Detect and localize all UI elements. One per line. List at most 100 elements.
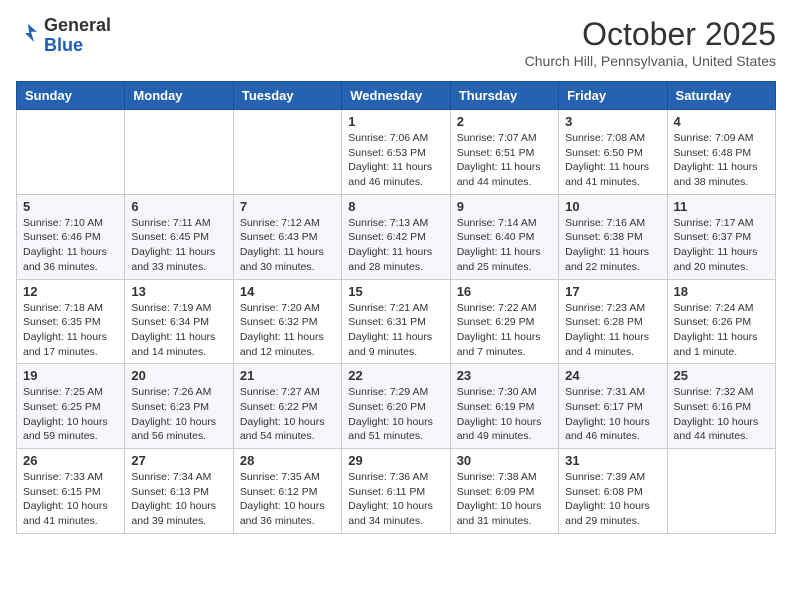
logo-text: General Blue	[44, 16, 111, 56]
day-number: 29	[348, 453, 443, 468]
day-info: Sunrise: 7:22 AM Sunset: 6:29 PM Dayligh…	[457, 301, 552, 360]
day-info: Sunrise: 7:35 AM Sunset: 6:12 PM Dayligh…	[240, 470, 335, 529]
title-block: October 2025 Church Hill, Pennsylvania, …	[525, 16, 776, 69]
day-info: Sunrise: 7:09 AM Sunset: 6:48 PM Dayligh…	[674, 131, 769, 190]
day-info: Sunrise: 7:13 AM Sunset: 6:42 PM Dayligh…	[348, 216, 443, 275]
calendar-cell: 3 Sunrise: 7:08 AM Sunset: 6:50 PM Dayli…	[559, 110, 667, 195]
day-info: Sunrise: 7:21 AM Sunset: 6:31 PM Dayligh…	[348, 301, 443, 360]
day-info: Sunrise: 7:26 AM Sunset: 6:23 PM Dayligh…	[131, 385, 226, 444]
calendar-cell: 15 Sunrise: 7:21 AM Sunset: 6:31 PM Dayl…	[342, 279, 450, 364]
calendar-cell	[667, 449, 775, 534]
calendar-table: SundayMondayTuesdayWednesdayThursdayFrid…	[16, 81, 776, 534]
day-number: 25	[674, 368, 769, 383]
calendar-cell	[17, 110, 125, 195]
day-info: Sunrise: 7:31 AM Sunset: 6:17 PM Dayligh…	[565, 385, 660, 444]
day-info: Sunrise: 7:24 AM Sunset: 6:26 PM Dayligh…	[674, 301, 769, 360]
weekday-header-row: SundayMondayTuesdayWednesdayThursdayFrid…	[17, 82, 776, 110]
calendar-cell: 13 Sunrise: 7:19 AM Sunset: 6:34 PM Dayl…	[125, 279, 233, 364]
day-number: 7	[240, 199, 335, 214]
calendar-cell: 26 Sunrise: 7:33 AM Sunset: 6:15 PM Dayl…	[17, 449, 125, 534]
day-info: Sunrise: 7:19 AM Sunset: 6:34 PM Dayligh…	[131, 301, 226, 360]
day-info: Sunrise: 7:14 AM Sunset: 6:40 PM Dayligh…	[457, 216, 552, 275]
day-number: 27	[131, 453, 226, 468]
calendar-cell: 9 Sunrise: 7:14 AM Sunset: 6:40 PM Dayli…	[450, 194, 558, 279]
day-number: 22	[348, 368, 443, 383]
weekday-header-monday: Monday	[125, 82, 233, 110]
calendar-cell: 31 Sunrise: 7:39 AM Sunset: 6:08 PM Dayl…	[559, 449, 667, 534]
logo-blue: Blue	[44, 35, 83, 55]
calendar-cell: 6 Sunrise: 7:11 AM Sunset: 6:45 PM Dayli…	[125, 194, 233, 279]
day-number: 10	[565, 199, 660, 214]
calendar-cell: 19 Sunrise: 7:25 AM Sunset: 6:25 PM Dayl…	[17, 364, 125, 449]
calendar-cell: 23 Sunrise: 7:30 AM Sunset: 6:19 PM Dayl…	[450, 364, 558, 449]
day-number: 11	[674, 199, 769, 214]
day-number: 2	[457, 114, 552, 129]
day-number: 19	[23, 368, 118, 383]
day-info: Sunrise: 7:11 AM Sunset: 6:45 PM Dayligh…	[131, 216, 226, 275]
weekday-header-sunday: Sunday	[17, 82, 125, 110]
month-title: October 2025	[525, 16, 776, 53]
day-number: 12	[23, 284, 118, 299]
day-number: 24	[565, 368, 660, 383]
calendar-cell: 10 Sunrise: 7:16 AM Sunset: 6:38 PM Dayl…	[559, 194, 667, 279]
day-number: 30	[457, 453, 552, 468]
day-info: Sunrise: 7:20 AM Sunset: 6:32 PM Dayligh…	[240, 301, 335, 360]
logo-general: General	[44, 15, 111, 35]
day-info: Sunrise: 7:23 AM Sunset: 6:28 PM Dayligh…	[565, 301, 660, 360]
day-info: Sunrise: 7:06 AM Sunset: 6:53 PM Dayligh…	[348, 131, 443, 190]
location: Church Hill, Pennsylvania, United States	[525, 53, 776, 69]
day-info: Sunrise: 7:17 AM Sunset: 6:37 PM Dayligh…	[674, 216, 769, 275]
day-number: 6	[131, 199, 226, 214]
day-info: Sunrise: 7:30 AM Sunset: 6:19 PM Dayligh…	[457, 385, 552, 444]
calendar-cell: 25 Sunrise: 7:32 AM Sunset: 6:16 PM Dayl…	[667, 364, 775, 449]
calendar-cell: 20 Sunrise: 7:26 AM Sunset: 6:23 PM Dayl…	[125, 364, 233, 449]
calendar-cell	[233, 110, 341, 195]
day-number: 31	[565, 453, 660, 468]
weekday-header-wednesday: Wednesday	[342, 82, 450, 110]
day-number: 15	[348, 284, 443, 299]
day-number: 20	[131, 368, 226, 383]
calendar-cell: 14 Sunrise: 7:20 AM Sunset: 6:32 PM Dayl…	[233, 279, 341, 364]
logo: General Blue	[16, 16, 111, 56]
day-number: 17	[565, 284, 660, 299]
weekday-header-friday: Friday	[559, 82, 667, 110]
calendar-cell: 21 Sunrise: 7:27 AM Sunset: 6:22 PM Dayl…	[233, 364, 341, 449]
calendar-cell: 27 Sunrise: 7:34 AM Sunset: 6:13 PM Dayl…	[125, 449, 233, 534]
calendar-cell: 12 Sunrise: 7:18 AM Sunset: 6:35 PM Dayl…	[17, 279, 125, 364]
day-number: 14	[240, 284, 335, 299]
day-number: 13	[131, 284, 226, 299]
weekday-header-thursday: Thursday	[450, 82, 558, 110]
calendar-week-row: 5 Sunrise: 7:10 AM Sunset: 6:46 PM Dayli…	[17, 194, 776, 279]
weekday-header-saturday: Saturday	[667, 82, 775, 110]
day-number: 9	[457, 199, 552, 214]
calendar-cell	[125, 110, 233, 195]
calendar-cell: 16 Sunrise: 7:22 AM Sunset: 6:29 PM Dayl…	[450, 279, 558, 364]
day-number: 3	[565, 114, 660, 129]
page-header: General Blue October 2025 Church Hill, P…	[16, 16, 776, 69]
day-info: Sunrise: 7:27 AM Sunset: 6:22 PM Dayligh…	[240, 385, 335, 444]
calendar-week-row: 26 Sunrise: 7:33 AM Sunset: 6:15 PM Dayl…	[17, 449, 776, 534]
day-info: Sunrise: 7:12 AM Sunset: 6:43 PM Dayligh…	[240, 216, 335, 275]
calendar-week-row: 12 Sunrise: 7:18 AM Sunset: 6:35 PM Dayl…	[17, 279, 776, 364]
calendar-cell: 17 Sunrise: 7:23 AM Sunset: 6:28 PM Dayl…	[559, 279, 667, 364]
day-info: Sunrise: 7:29 AM Sunset: 6:20 PM Dayligh…	[348, 385, 443, 444]
day-number: 26	[23, 453, 118, 468]
day-number: 16	[457, 284, 552, 299]
day-info: Sunrise: 7:38 AM Sunset: 6:09 PM Dayligh…	[457, 470, 552, 529]
calendar-cell: 5 Sunrise: 7:10 AM Sunset: 6:46 PM Dayli…	[17, 194, 125, 279]
day-number: 21	[240, 368, 335, 383]
calendar-cell: 28 Sunrise: 7:35 AM Sunset: 6:12 PM Dayl…	[233, 449, 341, 534]
weekday-header-tuesday: Tuesday	[233, 82, 341, 110]
calendar-cell: 4 Sunrise: 7:09 AM Sunset: 6:48 PM Dayli…	[667, 110, 775, 195]
day-number: 18	[674, 284, 769, 299]
day-number: 8	[348, 199, 443, 214]
day-info: Sunrise: 7:36 AM Sunset: 6:11 PM Dayligh…	[348, 470, 443, 529]
calendar-cell: 24 Sunrise: 7:31 AM Sunset: 6:17 PM Dayl…	[559, 364, 667, 449]
calendar-cell: 8 Sunrise: 7:13 AM Sunset: 6:42 PM Dayli…	[342, 194, 450, 279]
calendar-cell: 7 Sunrise: 7:12 AM Sunset: 6:43 PM Dayli…	[233, 194, 341, 279]
day-info: Sunrise: 7:16 AM Sunset: 6:38 PM Dayligh…	[565, 216, 660, 275]
day-info: Sunrise: 7:18 AM Sunset: 6:35 PM Dayligh…	[23, 301, 118, 360]
calendar-cell: 29 Sunrise: 7:36 AM Sunset: 6:11 PM Dayl…	[342, 449, 450, 534]
day-number: 5	[23, 199, 118, 214]
day-info: Sunrise: 7:32 AM Sunset: 6:16 PM Dayligh…	[674, 385, 769, 444]
